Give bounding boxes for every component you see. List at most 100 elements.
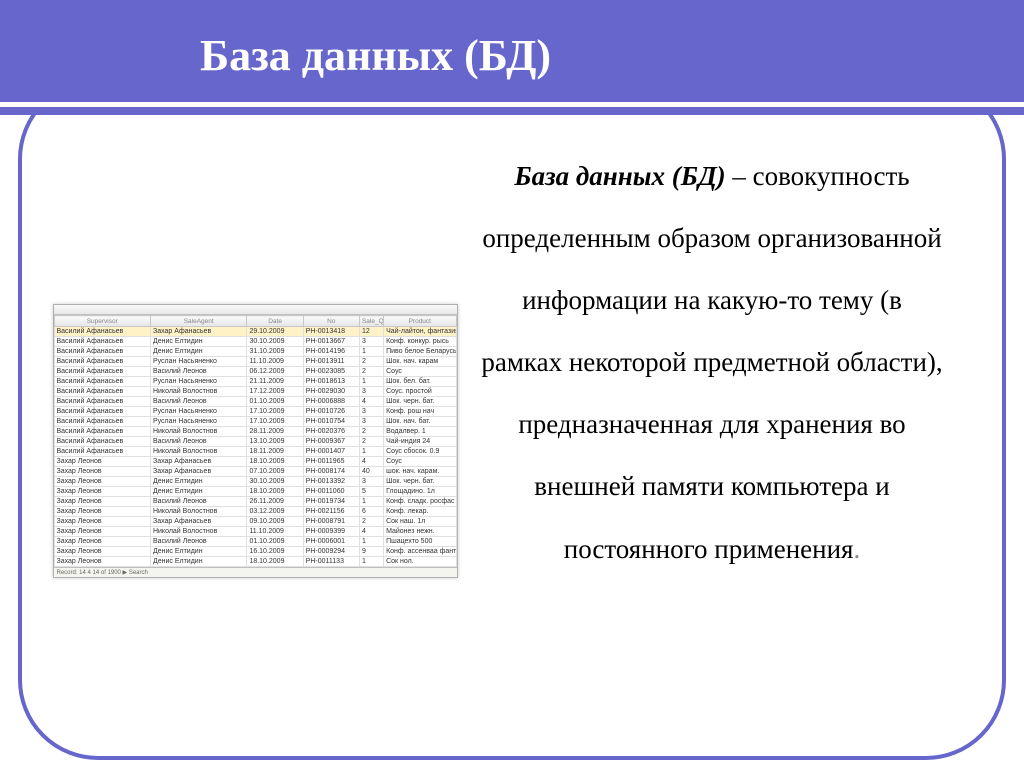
table-cell: Конф. рош нач [384, 407, 456, 417]
table-cell: Конф. ассенваа фант. [384, 547, 456, 557]
table-cell: 28.11.2009 [247, 427, 303, 437]
table-row: Василий АфанасьевРуслан Насьяненко17.10.… [54, 417, 456, 427]
table-cell: Руслан Насьяненко [150, 377, 246, 387]
table-cell: 26.11.2009 [247, 497, 303, 507]
table-cell: 2 [359, 437, 383, 447]
table-cell: 2 [359, 517, 383, 527]
table-cell: Руслан Насьяненко [150, 357, 246, 367]
table-cell: Василий Афанасьев [54, 407, 150, 417]
table-cell: PH-0021156 [303, 507, 359, 517]
table-row: Василий АфанасьевВасилий Леонов06.12.200… [54, 367, 456, 377]
table-cell: Захар Афанасьев [150, 517, 246, 527]
table-cell: Василий Леонов [150, 437, 246, 447]
table-cell: Василий Афанасьев [54, 367, 150, 377]
table-cell: 2 [359, 367, 383, 377]
table-cell: 31.10.2009 [247, 347, 303, 357]
table-cell: 01.10.2009 [247, 397, 303, 407]
data-table: Supervisor SaleAgent Date No Sale_Qty Pr… [54, 315, 457, 567]
table-cell: 06.12.2009 [247, 367, 303, 377]
table-cell: 21.11.2009 [247, 377, 303, 387]
table-cell: Василий Леонов [150, 367, 246, 377]
table-cell: 1 [359, 537, 383, 547]
table-cell: Василий Афанасьев [54, 417, 150, 427]
page-title: База данных (БД) [200, 30, 551, 81]
table-cell: PH-0009367 [303, 437, 359, 447]
table-cell: Соус [384, 367, 456, 377]
table-cell: Захар Леонов [54, 547, 150, 557]
table-cell: Шок. бел. бат. [384, 377, 456, 387]
table-cell: 4 [359, 397, 383, 407]
table-row: Захар ЛеоновВасилий Леонов26.11.2009PH-0… [54, 497, 456, 507]
table-cell: Сок наш. 1л [384, 517, 456, 527]
table-cell: Конф. сладк. росфас [384, 497, 456, 507]
table-cell: PH-0006888 [303, 397, 359, 407]
table-cell: Денис Елтидин [150, 347, 246, 357]
table-cell: Николай Волостнов [150, 447, 246, 457]
table-row: Захар ЛеоновНиколай Волостнов11.10.2009P… [54, 527, 456, 537]
table-cell: Конф. лекар. [384, 507, 456, 517]
table-cell: Шок. нач. карам [384, 357, 456, 367]
table-cell: PH-0019734 [303, 497, 359, 507]
table-cell: 18.10.2009 [247, 487, 303, 497]
table-cell: 13.10.2009 [247, 437, 303, 447]
table-cell: Василий Афанасьев [54, 437, 150, 447]
table-cell: PH-0009399 [303, 527, 359, 537]
table-header-row: Supervisor SaleAgent Date No Sale_Qty Pr… [54, 316, 456, 327]
table-cell: 4 [359, 527, 383, 537]
table-cell: Захар Леонов [54, 537, 150, 547]
database-screenshot: Supervisor SaleAgent Date No Sale_Qty Pr… [53, 304, 458, 578]
table-cell: Руслан Насьяненко [150, 417, 246, 427]
definition-period: . [853, 534, 860, 564]
table-cell: 2 [359, 427, 383, 437]
table-cell: 09.10.2009 [247, 517, 303, 527]
table-cell: 17.10.2009 [247, 407, 303, 417]
table-cell: 01.10.2009 [247, 537, 303, 547]
header-band: База данных (БД) [0, 0, 1024, 115]
table-cell: Захар Леонов [54, 507, 150, 517]
content-area: Supervisor SaleAgent Date No Sale_Qty Pr… [40, 135, 984, 747]
table-cell: Соус. простой [384, 387, 456, 397]
table-row: Василий АфанасьевВасилий Леонов13.10.200… [54, 437, 456, 447]
table-cell: 40 [359, 467, 383, 477]
table-cell: 3 [359, 417, 383, 427]
table-cell: Василий Афанасьев [54, 357, 150, 367]
table-cell: 3 [359, 407, 383, 417]
table-cell: PH-0010754 [303, 417, 359, 427]
table-cell: Захар Леонов [54, 517, 150, 527]
table-cell: Василий Афанасьев [54, 397, 150, 407]
table-cell: Василий Афанасьев [54, 337, 150, 347]
table-cell: PH-0013418 [303, 327, 359, 337]
table-cell: 3 [359, 477, 383, 487]
table-row: Василий АфанасьевДенис Елтидин30.10.2009… [54, 337, 456, 347]
table-cell: 11.10.2009 [247, 527, 303, 537]
table-cell: Захар Леонов [54, 457, 150, 467]
table-cell: Денис Елтидин [150, 547, 246, 557]
table-row: Захар ЛеоновДенис Елтидин18.10.2009PH-00… [54, 487, 456, 497]
col-no: No [303, 316, 359, 327]
table-cell: Майонез нежн. [384, 527, 456, 537]
table-cell: Соус [384, 457, 456, 467]
table-row: Василий АфанасьевНиколай Волостнов28.11.… [54, 427, 456, 437]
table-cell: Чай-индия 24 [384, 437, 456, 447]
table-cell: 17.12.2009 [247, 387, 303, 397]
table-cell: Денис Елтидин [150, 477, 246, 487]
table-cell: 07.10.2009 [247, 467, 303, 477]
table-cell: PH-0011965 [303, 457, 359, 467]
table-row: Захар ЛеоновЗахар Афанасьев07.10.2009PH-… [54, 467, 456, 477]
table-cell: PH-0011060 [303, 487, 359, 497]
table-cell: PH-0011133 [303, 557, 359, 567]
table-cell: PH-0013911 [303, 357, 359, 367]
table-row: Василий АфанасьевНиколай Волостнов17.12.… [54, 387, 456, 397]
table-cell: Денис Елтидин [150, 337, 246, 347]
table-cell: 03.12.2009 [247, 507, 303, 517]
table-cell: 18.10.2009 [247, 557, 303, 567]
table-cell: 11.10.2009 [247, 357, 303, 367]
table-cell: Захар Леонов [54, 487, 150, 497]
table-cell: PH-0001407 [303, 447, 359, 457]
table-cell: 18.11.2009 [247, 447, 303, 457]
table-cell: Денис Елтидин [150, 557, 246, 567]
table-cell: Пиво белое Беларусь [384, 347, 456, 357]
table-cell: PH-0014196 [303, 347, 359, 357]
table-cell: 4 [359, 457, 383, 467]
table-cell: PH-0013667 [303, 337, 359, 347]
